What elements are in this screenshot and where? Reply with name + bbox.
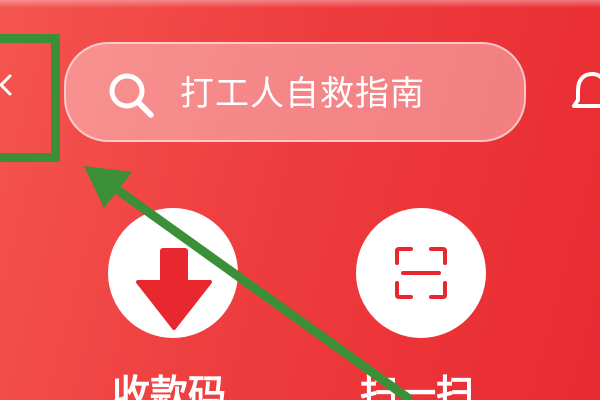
annotation-arrow	[84, 166, 413, 400]
app-header: 打工人自救指南 收款码 扫一扫	[0, 0, 600, 400]
